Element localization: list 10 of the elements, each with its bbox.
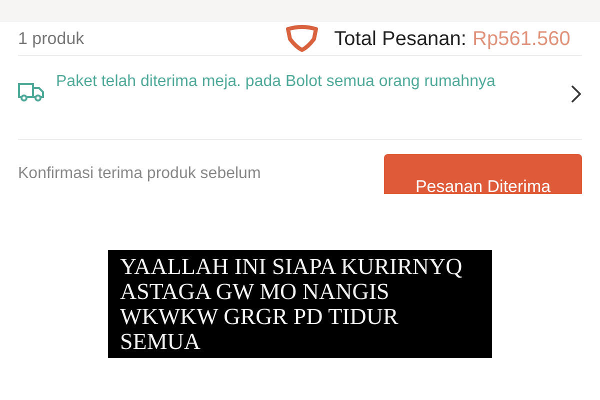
truck-icon [18, 82, 44, 102]
total-price: Rp561.560 [472, 26, 570, 52]
product-count: 1 produk [18, 28, 84, 48]
chevron-right-icon[interactable] [570, 84, 582, 104]
delivery-status: Paket telah diterima meja. pada Bolot semua orang rumahnya [56, 72, 496, 92]
total-label: Total Pesanan: [334, 26, 466, 52]
confirmation-text: Konfirmasi terima produk sebelum [18, 164, 261, 184]
order-received-button[interactable]: Pesanan Diterima [384, 154, 582, 194]
caption: YAALLAH INI SIAPA KURIRNYQ ASTAGA GW MO NANGIS WKWKW GRGR PD TIDUR SEMUA [108, 250, 492, 358]
shield-icon [284, 24, 320, 52]
